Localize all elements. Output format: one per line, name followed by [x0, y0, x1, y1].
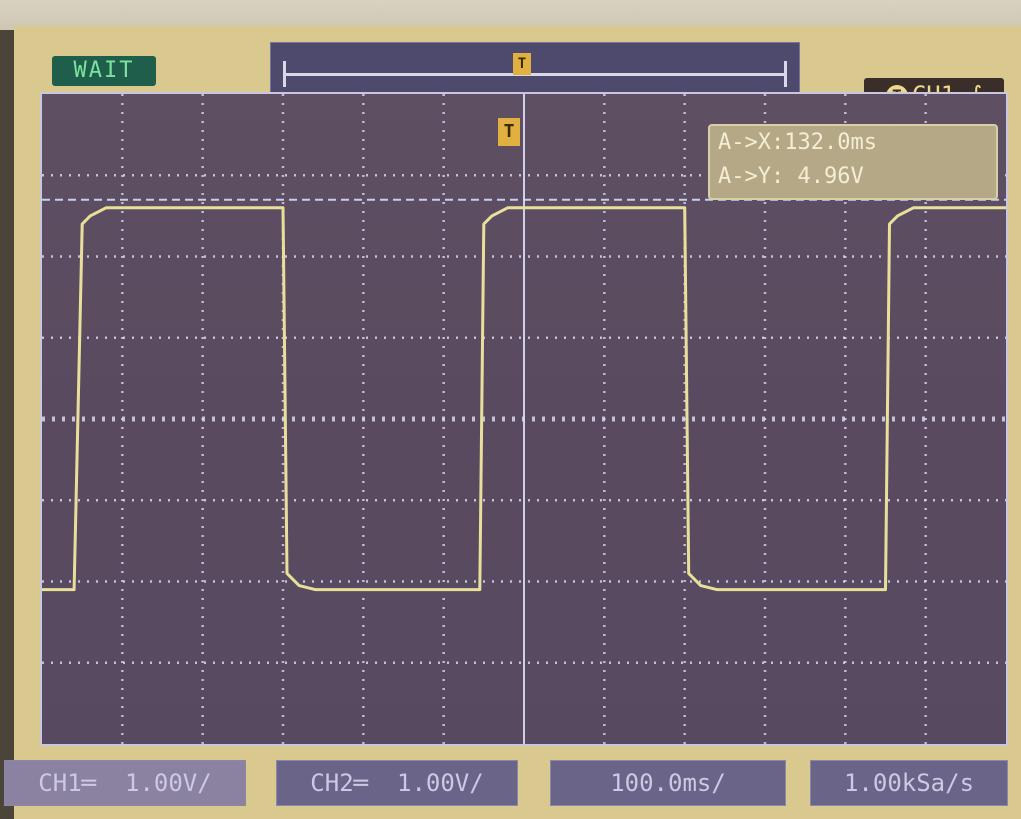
cursor-dx-value: 132.0ms	[784, 130, 877, 155]
sample-rate-readout: 1.00kSa/s	[810, 760, 1008, 806]
trigger-position-marker[interactable]: T	[513, 53, 531, 75]
trigger-time-marker[interactable]: T	[498, 118, 520, 146]
ch1-scale-readout[interactable]: CH1═ 1.00V/	[4, 760, 246, 806]
cursor-dy-row: A->Y: 4.96V	[710, 160, 996, 194]
timebase-readout[interactable]: 100.0ms/	[550, 760, 786, 806]
cursor-dx-label: A->X:	[718, 130, 785, 155]
ch2-scale-readout[interactable]: CH2═ 1.00V/	[276, 760, 518, 806]
cursor-dy-value: 4.96V	[797, 164, 864, 189]
trigger-bar-right-cap	[784, 61, 787, 87]
cursor-dy-label: A->Y:	[718, 164, 785, 189]
cursor-dx-row: A->X:132.0ms	[710, 126, 996, 160]
trigger-bar-track	[285, 73, 785, 76]
cursor-readout-panel: A->X:132.0ms A->Y: 4.96V	[708, 124, 998, 200]
acquisition-status-badge: WAIT	[52, 56, 156, 86]
